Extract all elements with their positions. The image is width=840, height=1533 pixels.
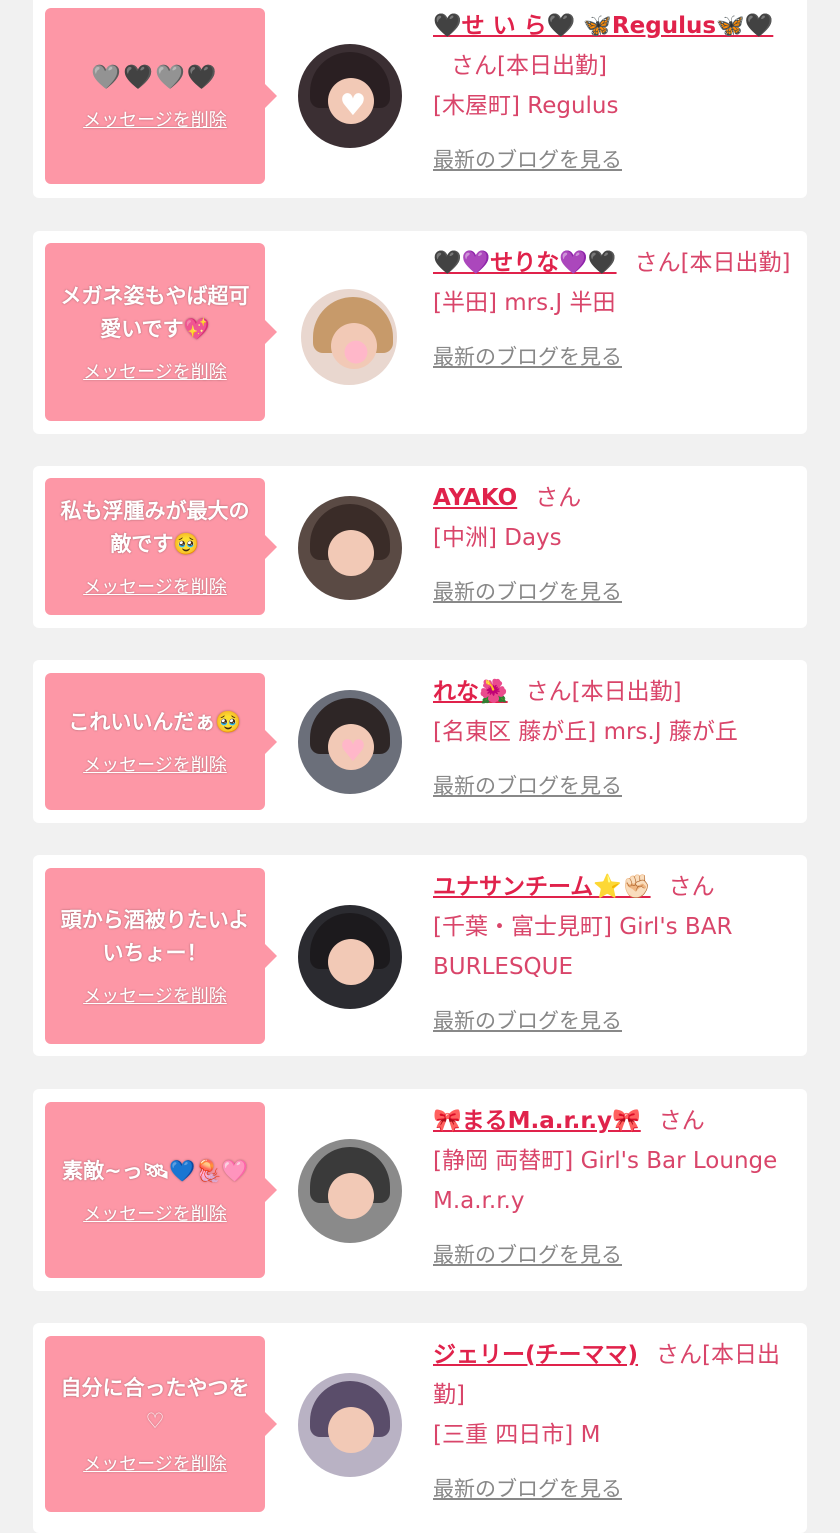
delete-message-link[interactable]: メッセージを削除: [83, 982, 227, 1008]
profile-name-link[interactable]: 🎀まるM.a.r.r.y🎀: [433, 1108, 641, 1134]
message-card: メガネ姿もやば超可愛いです💖 メッセージを削除 ● 🖤💜せりな💜🖤 さん[本日出勤…: [33, 231, 807, 434]
view-blog-link[interactable]: 最新のブログを見る: [433, 1001, 622, 1041]
profile-info: れな🌺 さん[本日出勤] [名東区 藤が丘] mrs.J 藤が丘 最新のブログを見…: [433, 672, 793, 806]
profile-name-link[interactable]: 🖤せ い ら🖤 🦋Regulus🦋🖤: [433, 13, 773, 39]
profile-info: 🎀まるM.a.r.r.y🎀 さん [静岡 両替町] Girl's Bar Loun…: [433, 1101, 793, 1275]
shop-location: [木屋町] Regulus: [433, 93, 619, 119]
honorific-status: さん[本日出勤]: [451, 53, 607, 79]
delete-message-link[interactable]: メッセージを削除: [83, 573, 227, 599]
profile-info: ジェリー(チーママ) さん[本日出勤] [三重 四日市] M 最新のブログを見る: [433, 1335, 793, 1509]
profile-name-link[interactable]: ユナサンチーム⭐✊🏻: [433, 874, 651, 900]
avatar[interactable]: [298, 496, 402, 600]
delete-message-link[interactable]: メッセージを削除: [83, 358, 227, 384]
honorific-status: さん: [668, 874, 715, 900]
message-text: 私も浮腫みが最大の敵です🥹: [60, 498, 250, 556]
message-card: 🩶🖤🩶🖤 メッセージを削除 ♥ 🖤せ い ら🖤 🦋Regulus🦋🖤 さん[本日出…: [33, 0, 807, 198]
shop-location: [三重 四日市] M: [433, 1422, 601, 1448]
delete-message-link[interactable]: メッセージを削除: [83, 751, 227, 777]
message-bubble: 頭から酒被りたいよいちょー！ メッセージを削除: [45, 868, 277, 1044]
message-bubble: これいいんだぁ🥹 メッセージを削除: [45, 673, 277, 810]
avatar[interactable]: [298, 1373, 402, 1477]
profile-info: 🖤💜せりな💜🖤 さん[本日出勤] [半田] mrs.J 半田 最新のブログを見る: [433, 243, 793, 377]
honorific-status: さん: [658, 1108, 705, 1134]
message-bubble: 私も浮腫みが最大の敵です🥹 メッセージを削除: [45, 478, 277, 615]
avatar[interactable]: ♥: [298, 44, 402, 148]
profile-info: ユナサンチーム⭐✊🏻 さん [千葉・富士見町] Girl's BAR BURLES…: [433, 867, 793, 1041]
avatar[interactable]: [298, 905, 402, 1009]
honorific-status: さん: [535, 485, 582, 511]
heart-sticker-icon: ●: [342, 333, 370, 368]
message-bubble: 自分に合ったやつを♡ メッセージを削除: [45, 1336, 277, 1512]
delete-message-link[interactable]: メッセージを削除: [83, 106, 227, 132]
shop-location: [名東区 藤が丘] mrs.J 藤が丘: [433, 719, 738, 745]
profile-name-link[interactable]: 🖤💜せりな💜🖤: [433, 250, 617, 276]
profile-name-link[interactable]: ジェリー(チーママ): [433, 1342, 638, 1368]
heart-sticker-icon: ♥: [339, 734, 367, 769]
profile-name-link[interactable]: れな🌺: [433, 679, 508, 705]
heart-sticker-icon: ♥: [339, 88, 367, 123]
message-card: これいいんだぁ🥹 メッセージを削除 ♥ れな🌺 さん[本日出勤] [名東区 藤が丘…: [33, 660, 807, 823]
view-blog-link[interactable]: 最新のブログを見る: [433, 140, 622, 180]
message-card: 頭から酒被りたいよいちょー！ メッセージを削除 ユナサンチーム⭐✊🏻 さん [千葉…: [33, 855, 807, 1056]
profile-name-link[interactable]: AYAKO: [433, 485, 517, 511]
profile-info: AYAKO さん [中洲] Days 最新のブログを見る: [433, 478, 793, 612]
message-text: これいいんだぁ🥹: [68, 710, 242, 734]
message-bubble: 🩶🖤🩶🖤 メッセージを削除: [45, 8, 277, 184]
message-bubble: 素敵~っ🛰💙🪼🩷 メッセージを削除: [45, 1102, 277, 1278]
avatar[interactable]: [298, 1139, 402, 1243]
view-blog-link[interactable]: 最新のブログを見る: [433, 1469, 622, 1509]
avatar[interactable]: ♥: [298, 690, 402, 794]
shop-location: [中洲] Days: [433, 525, 562, 551]
message-bubble: メガネ姿もやば超可愛いです💖 メッセージを削除: [45, 243, 277, 421]
message-card: 素敵~っ🛰💙🪼🩷 メッセージを削除 🎀まるM.a.r.r.y🎀 さん [静岡 両替…: [33, 1089, 807, 1291]
message-text: 素敵~っ🛰💙🪼🩷: [62, 1158, 248, 1183]
view-blog-link[interactable]: 最新のブログを見る: [433, 1235, 622, 1275]
delete-message-link[interactable]: メッセージを削除: [83, 1200, 227, 1226]
avatar[interactable]: ●: [301, 289, 397, 385]
delete-message-link[interactable]: メッセージを削除: [83, 1450, 227, 1476]
message-text: 頭から酒被りたいよいちょー！: [60, 908, 250, 965]
message-text: メガネ姿もやば超可愛いです💖: [60, 284, 250, 341]
shop-location: [静岡 両替町] Girl's Bar Lounge M.a.r.r.y: [433, 1148, 778, 1214]
message-text: 自分に合ったやつを♡: [60, 1376, 250, 1433]
honorific-status: さん[本日出勤]: [525, 679, 682, 705]
view-blog-link[interactable]: 最新のブログを見る: [433, 337, 622, 377]
honorific-status: さん[本日出勤]: [634, 250, 791, 276]
message-text: 🩶🖤🩶🖤: [91, 62, 219, 91]
message-card: 私も浮腫みが最大の敵です🥹 メッセージを削除 AYAKO さん [中洲] Days…: [33, 466, 807, 628]
shop-location: [千葉・富士見町] Girl's BAR BURLESQUE: [433, 914, 733, 980]
message-card: 自分に合ったやつを♡ メッセージを削除 ジェリー(チーママ) さん[本日出勤] […: [33, 1323, 807, 1533]
profile-info: 🖤せ い ら🖤 🦋Regulus🦋🖤 さん[本日出勤] [木屋町] Regulus…: [433, 6, 793, 180]
view-blog-link[interactable]: 最新のブログを見る: [433, 766, 622, 806]
view-blog-link[interactable]: 最新のブログを見る: [433, 572, 622, 612]
shop-location: [半田] mrs.J 半田: [433, 290, 616, 316]
